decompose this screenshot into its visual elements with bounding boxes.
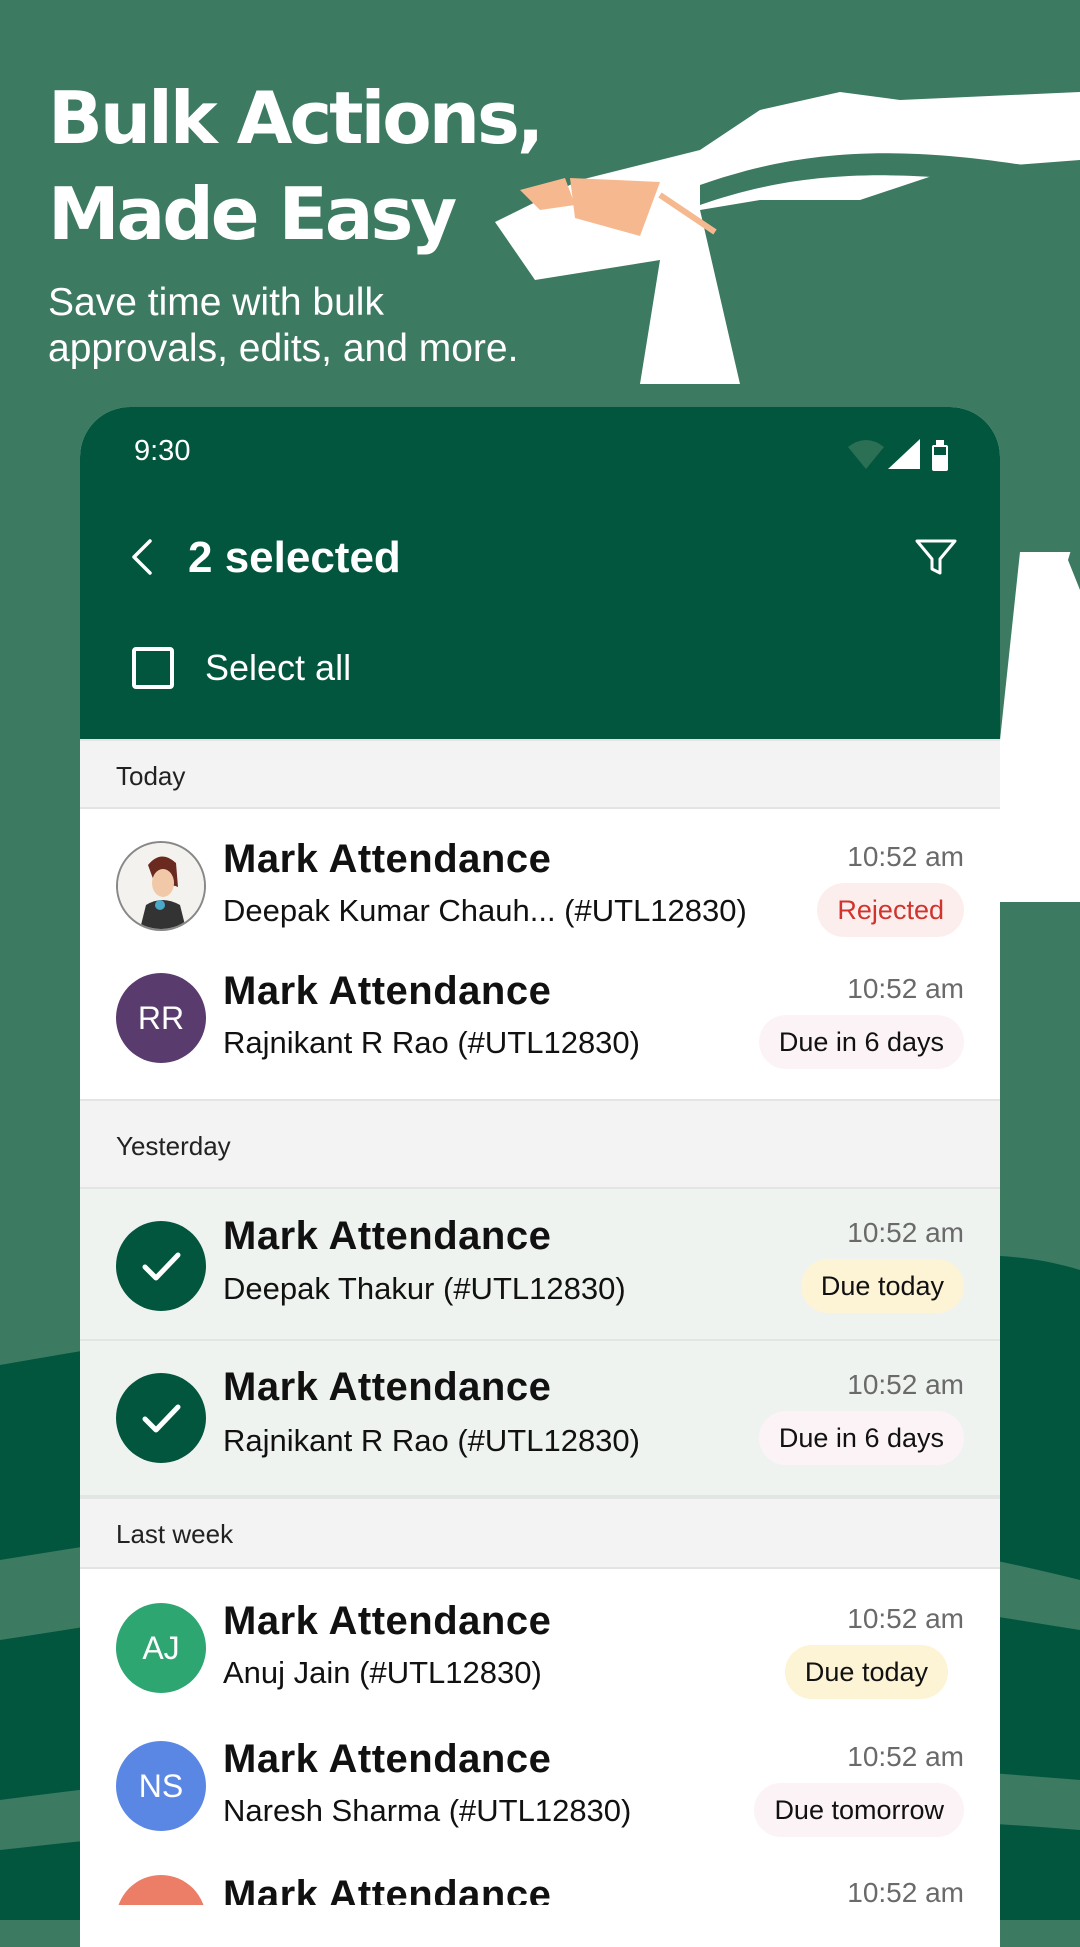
status-time: 9:30 bbox=[134, 435, 191, 467]
avatar bbox=[116, 1875, 206, 1905]
status-badge: Due tomorrow bbox=[754, 1783, 964, 1837]
item-title: Mark Attendance bbox=[223, 1214, 552, 1258]
status-icons bbox=[846, 437, 950, 476]
status-badge: Due today bbox=[784, 1645, 948, 1699]
item-subtitle: Deepak Kumar Chauh... (#UTL12830) bbox=[223, 893, 747, 928]
item-title: Mark Attendance bbox=[223, 1873, 552, 1905]
select-all-label[interactable]: Select all bbox=[205, 647, 351, 689]
item-title: Mark Attendance bbox=[223, 1365, 552, 1409]
status-badge: Rejected bbox=[817, 883, 964, 937]
item-time: 10:52 am bbox=[847, 973, 964, 1004]
item-time: 10:52 am bbox=[847, 1603, 964, 1634]
item-title: Mark Attendance bbox=[223, 1599, 552, 1643]
item-title: Mark Attendance bbox=[223, 1737, 552, 1781]
item-time: 10:52 am bbox=[847, 1877, 964, 1905]
hero-subtitle-line-1: Save time with bulk bbox=[48, 281, 384, 324]
item-time: 10:52 am bbox=[847, 1217, 964, 1248]
item-subtitle: Deepak Thakur (#UTL12830) bbox=[223, 1271, 626, 1306]
section-label: Today bbox=[116, 761, 186, 791]
section-header-last-week: Last week bbox=[80, 1497, 1000, 1569]
status-badge: Due in 6 days bbox=[758, 1411, 964, 1465]
hero-subtitle-line-2: approvals, edits, and more. bbox=[48, 327, 519, 370]
select-all-checkbox[interactable] bbox=[132, 647, 174, 689]
section-header-today: Today bbox=[80, 739, 1000, 809]
hero-section: Bulk Actions, Made Easy Save time with bu… bbox=[48, 70, 608, 372]
item-title: Mark Attendance bbox=[223, 969, 552, 1013]
status-badge: Due in 6 days bbox=[758, 1015, 964, 1069]
avatar: RR bbox=[116, 973, 206, 1063]
item-subtitle: Rajnikant R Rao (#UTL12830) bbox=[223, 1025, 640, 1060]
section-label: Last week bbox=[116, 1519, 234, 1549]
app-bar: 9:30 2 selected Select all bbox=[80, 407, 1000, 739]
hero-title: Bulk Actions, Made Easy bbox=[48, 70, 608, 262]
status-badge: Due today bbox=[800, 1259, 964, 1313]
wifi-signal-battery-icon bbox=[848, 439, 948, 471]
selected-check-icon[interactable] bbox=[116, 1373, 206, 1463]
item-time: 10:52 am bbox=[847, 1369, 964, 1400]
list-item[interactable]: NS Mark Attendance Naresh Sharma (#UTL12… bbox=[80, 1709, 1000, 1845]
item-time: 10:52 am bbox=[847, 841, 964, 872]
item-title: Mark Attendance bbox=[223, 837, 552, 881]
section-header-yesterday: Yesterday bbox=[80, 1099, 1000, 1189]
request-list: Today Mark Attendance Deepak Kumar Chauh… bbox=[80, 739, 1000, 1905]
avatar bbox=[116, 841, 206, 931]
hero-subtitle: Save time with bulk approvals, edits, and… bbox=[48, 280, 608, 372]
hero-title-line-2: Made Easy bbox=[48, 172, 457, 256]
item-subtitle: Naresh Sharma (#UTL12830) bbox=[223, 1793, 632, 1828]
list-item-selected[interactable]: Mark Attendance Rajnikant R Rao (#UTL128… bbox=[80, 1341, 1000, 1497]
avatar: NS bbox=[116, 1741, 206, 1831]
list-item-selected[interactable]: Mark Attendance Deepak Thakur (#UTL12830… bbox=[80, 1189, 1000, 1341]
item-time: 10:52 am bbox=[847, 1741, 964, 1772]
selection-count-title: 2 selected bbox=[188, 533, 401, 582]
profile-photo-icon bbox=[118, 843, 204, 929]
item-subtitle: Rajnikant R Rao (#UTL12830) bbox=[223, 1423, 640, 1458]
hero-title-line-1: Bulk Actions, bbox=[48, 76, 544, 160]
item-subtitle: Anuj Jain (#UTL12830) bbox=[223, 1655, 542, 1690]
avatar: AJ bbox=[116, 1603, 206, 1693]
phone-screen: 9:30 2 selected Select all Today Mark At… bbox=[80, 407, 1000, 1947]
filter-icon[interactable] bbox=[914, 535, 958, 584]
list-item[interactable]: RR Mark Attendance Rajnikant R Rao (#UTL… bbox=[80, 949, 1000, 1099]
selected-check-icon[interactable] bbox=[116, 1221, 206, 1311]
section-label: Yesterday bbox=[116, 1131, 231, 1161]
list-item[interactable]: Mark Attendance 10:52 am bbox=[80, 1845, 1000, 1905]
list-item[interactable]: Mark Attendance Deepak Kumar Chauh... (#… bbox=[80, 809, 1000, 949]
list-item[interactable]: AJ Mark Attendance Anuj Jain (#UTL12830)… bbox=[80, 1569, 1000, 1709]
back-arrow-icon[interactable] bbox=[128, 537, 154, 582]
